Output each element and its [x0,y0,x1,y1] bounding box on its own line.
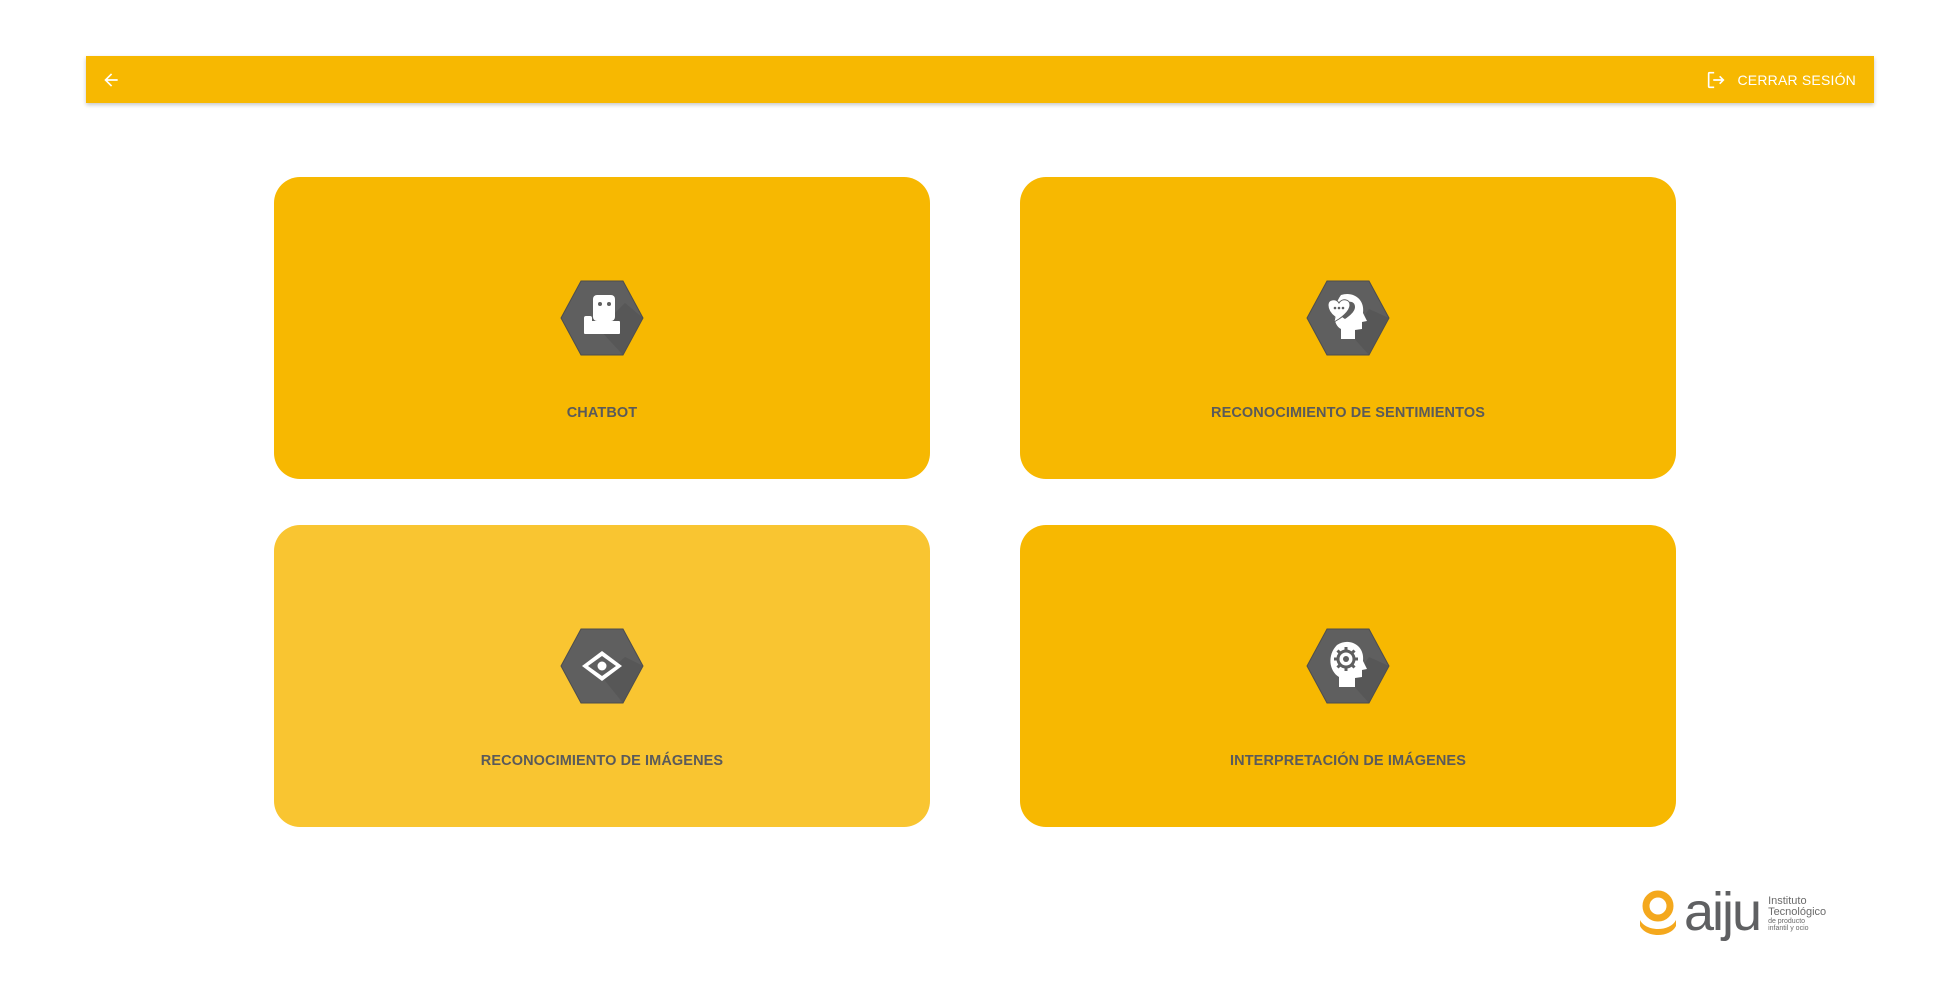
back-button[interactable] [94,63,128,97]
card-label: RECONOCIMIENTO DE SENTIMIENTOS [1211,405,1485,421]
card-image-interpretation[interactable]: INTERPRETACIÓN DE IMÁGENES [1020,525,1676,827]
page: CERRAR SESIÓN CHATBOT RECONOCIMIENTO DE … [0,0,1950,1000]
top-toolbar: CERRAR SESIÓN [86,56,1874,103]
head-heart-chat-hexagon-icon [1306,280,1390,356]
aiju-logo: aiju Instituto Tecnológico de producto i… [1636,884,1860,944]
eye-hexagon-icon [560,628,644,704]
arrow-left-icon [104,72,118,87]
robot-hexagon-icon [560,280,644,356]
card-label: RECONOCIMIENTO DE IMÁGENES [480,753,724,769]
card-chatbot[interactable]: CHATBOT [274,177,930,479]
logo-tagline-line: Tecnológico [1768,906,1827,918]
logo-tagline-line: infantil y ocio [1768,925,1809,932]
card-image-recognition[interactable]: RECONOCIMIENTO DE IMÁGENES [274,525,930,827]
logo-wordmark: aiju [1684,882,1762,942]
logout-label: CERRAR SESIÓN [1737,71,1856,88]
card-label: INTERPRETACIÓN DE IMÁGENES [1230,753,1466,769]
logout-icon [1708,71,1725,88]
card-sentiment-recognition[interactable]: RECONOCIMIENTO DE SENTIMIENTOS [1020,177,1676,479]
logout-button[interactable]: CERRAR SESIÓN [1705,69,1856,91]
logo-tagline-line: de producto [1768,918,1806,925]
aiju-person-icon [1640,890,1676,935]
card-label: CHATBOT [566,405,638,421]
logo-tagline: Instituto Tecnológico de producto infant… [1768,896,1827,933]
head-gear-hexagon-icon [1306,628,1390,704]
